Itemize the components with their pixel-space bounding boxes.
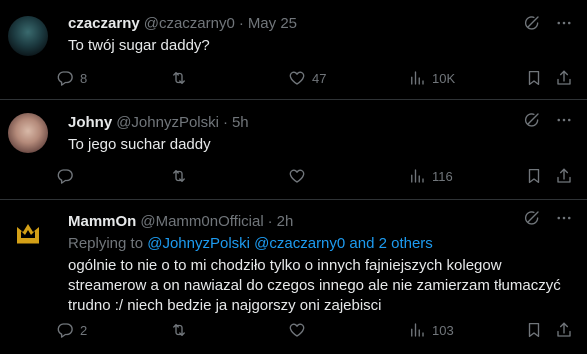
mammon-logo	[17, 224, 39, 244]
more-icon[interactable]	[555, 209, 573, 227]
bookmark-icon	[525, 69, 543, 87]
like-icon	[288, 69, 306, 87]
like-button[interactable]	[288, 320, 312, 340]
share-button[interactable]	[555, 320, 573, 340]
reply-icon	[56, 167, 74, 185]
separator: ·	[238, 15, 244, 32]
bookmark-icon	[525, 167, 543, 185]
avatar[interactable]	[8, 113, 48, 153]
avatar[interactable]	[8, 213, 48, 253]
reply-button[interactable]: 2	[56, 320, 87, 340]
user-handle[interactable]: @czaczarny0	[144, 14, 235, 34]
like-button[interactable]: 47	[288, 68, 326, 88]
tweet-header: MammOn @Mamm0nOfficial · 2h	[68, 212, 571, 232]
retweet-icon	[170, 321, 188, 339]
timestamp[interactable]: 5h	[232, 113, 249, 133]
tweet-text-line: trudno :/ niech bedzie ja najgorszy oni …	[68, 297, 382, 314]
tweet[interactable]: MammOn @Mamm0nOfficial · 2h Replying to …	[0, 200, 587, 354]
tweet[interactable]: Johny @JohnyzPolski · 5h To jego suchar …	[0, 100, 587, 200]
more-icon[interactable]	[555, 14, 573, 32]
display-name[interactable]: Johny	[68, 113, 112, 133]
tweet-header: Johny @JohnyzPolski · 5h	[68, 113, 571, 133]
reply-button[interactable]	[56, 166, 80, 186]
avatar[interactable]	[8, 16, 48, 56]
more-icon[interactable]	[555, 111, 573, 129]
reply-icon	[56, 69, 74, 87]
bookmark-button[interactable]	[525, 68, 543, 88]
bookmark-button[interactable]	[525, 320, 543, 340]
user-handle[interactable]: @JohnyzPolski	[116, 113, 219, 133]
action-bar: 116	[56, 166, 573, 186]
like-button[interactable]	[288, 166, 312, 186]
retweet-button[interactable]	[170, 68, 194, 88]
views-button[interactable]: 103	[408, 320, 454, 340]
views-icon	[408, 321, 426, 339]
share-icon	[555, 167, 573, 185]
separator: ·	[222, 114, 228, 131]
reply-count: 8	[80, 70, 88, 86]
bookmark-icon	[525, 321, 543, 339]
action-bar: 8 47 10K	[56, 68, 573, 88]
views-button[interactable]: 116	[408, 166, 453, 186]
tweet-text: ogólnie to nie o to mi chodziło tylko o …	[68, 256, 571, 316]
share-button[interactable]	[555, 166, 573, 186]
grok-icon[interactable]	[523, 14, 541, 32]
retweet-icon	[170, 69, 188, 87]
timestamp[interactable]: 2h	[277, 212, 294, 232]
tweet-text: To twój sugar daddy?	[68, 37, 210, 54]
tweet-header: czaczarny @czaczarny0 · May 25	[68, 14, 571, 34]
replying-to: Replying to @JohnyzPolski @czaczarny0 an…	[68, 234, 571, 254]
views-icon	[408, 69, 426, 87]
bookmark-button[interactable]	[525, 166, 543, 186]
like-icon	[288, 167, 306, 185]
separator: ·	[267, 213, 273, 230]
views-button[interactable]: 10K	[408, 68, 455, 88]
tweet-text-line: streamerow a on nawiazal do czegos inneg…	[68, 277, 561, 294]
like-icon	[288, 321, 306, 339]
display-name[interactable]: czaczarny	[68, 14, 140, 34]
replying-to-label: Replying to	[68, 235, 144, 252]
share-icon	[555, 69, 573, 87]
share-button[interactable]	[555, 68, 573, 88]
action-bar: 2 103	[56, 320, 573, 340]
views-icon	[408, 167, 426, 185]
reply-count: 2	[80, 322, 88, 338]
tweet[interactable]: czaczarny @czaczarny0 · May 25 To twój s…	[0, 0, 587, 100]
retweet-icon	[170, 167, 188, 185]
timestamp[interactable]: May 25	[248, 14, 297, 34]
grok-icon[interactable]	[523, 111, 541, 129]
user-handle[interactable]: @Mamm0nOfficial	[140, 212, 263, 232]
reply-button[interactable]: 8	[56, 68, 87, 88]
reply-icon	[56, 321, 74, 339]
like-count: 47	[312, 70, 327, 86]
view-count: 10K	[432, 70, 456, 86]
view-count: 116	[432, 168, 453, 184]
tweet-text: To jego suchar daddy	[68, 136, 211, 153]
tweet-text-line: ogólnie to nie o to mi chodziło tylko o …	[68, 257, 502, 274]
grok-icon[interactable]	[523, 209, 541, 227]
replying-to-mentions[interactable]: @JohnyzPolski @czaczarny0 and 2 others	[147, 235, 433, 252]
share-icon	[555, 321, 573, 339]
retweet-button[interactable]	[170, 166, 194, 186]
retweet-button[interactable]	[170, 320, 194, 340]
display-name[interactable]: MammOn	[68, 212, 136, 232]
view-count: 103	[432, 322, 454, 338]
